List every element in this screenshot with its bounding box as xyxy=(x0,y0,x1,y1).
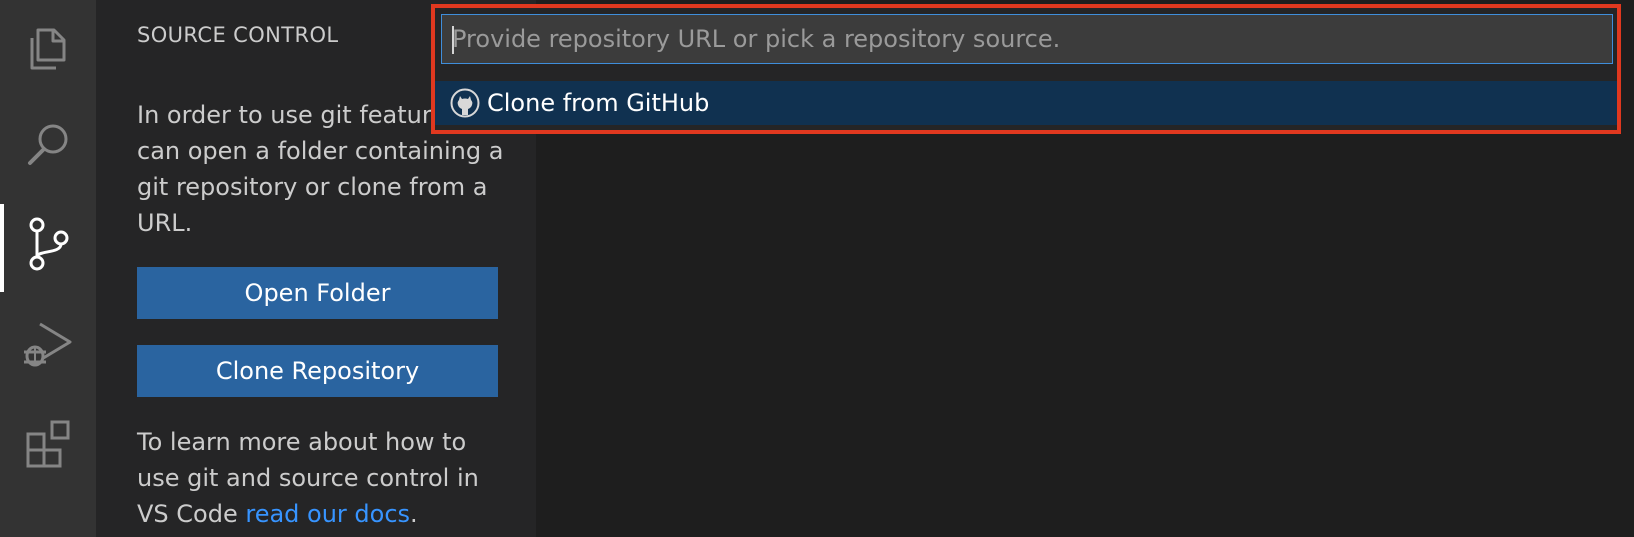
activity-search[interactable] xyxy=(0,96,96,192)
run-debug-icon xyxy=(24,322,72,367)
source-control-icon xyxy=(29,217,69,271)
vscode-window: SOURCE CONTROL In order to use git featu… xyxy=(0,0,1634,537)
sidebar-title: SOURCE CONTROL xyxy=(137,23,339,47)
open-folder-button[interactable]: Open Folder xyxy=(137,267,498,319)
activity-bar xyxy=(0,0,96,537)
quick-pick-input-box xyxy=(441,14,1613,64)
activity-explorer[interactable] xyxy=(0,0,96,96)
repository-url-input[interactable] xyxy=(442,15,1612,63)
clone-from-github-label: Clone from GitHub xyxy=(487,89,710,117)
activity-extensions[interactable] xyxy=(0,396,96,492)
quick-pick-widget: Clone from GitHub xyxy=(431,4,1621,134)
learn-more-text-end: . xyxy=(410,500,418,528)
github-icon xyxy=(450,88,480,118)
quick-pick-list: Clone from GitHub xyxy=(435,81,1617,125)
clone-from-github-item[interactable]: Clone from GitHub xyxy=(435,81,1617,125)
files-icon xyxy=(30,28,66,70)
clone-repository-button[interactable]: Clone Repository xyxy=(137,345,498,397)
learn-more-text: To learn more about how to use git and s… xyxy=(137,424,497,532)
read-docs-link[interactable]: read our docs xyxy=(245,500,410,528)
search-icon xyxy=(28,124,68,165)
activity-run-debug[interactable] xyxy=(0,296,96,392)
activity-source-control[interactable] xyxy=(0,196,96,292)
extensions-icon xyxy=(26,420,70,468)
text-caret xyxy=(452,26,454,54)
